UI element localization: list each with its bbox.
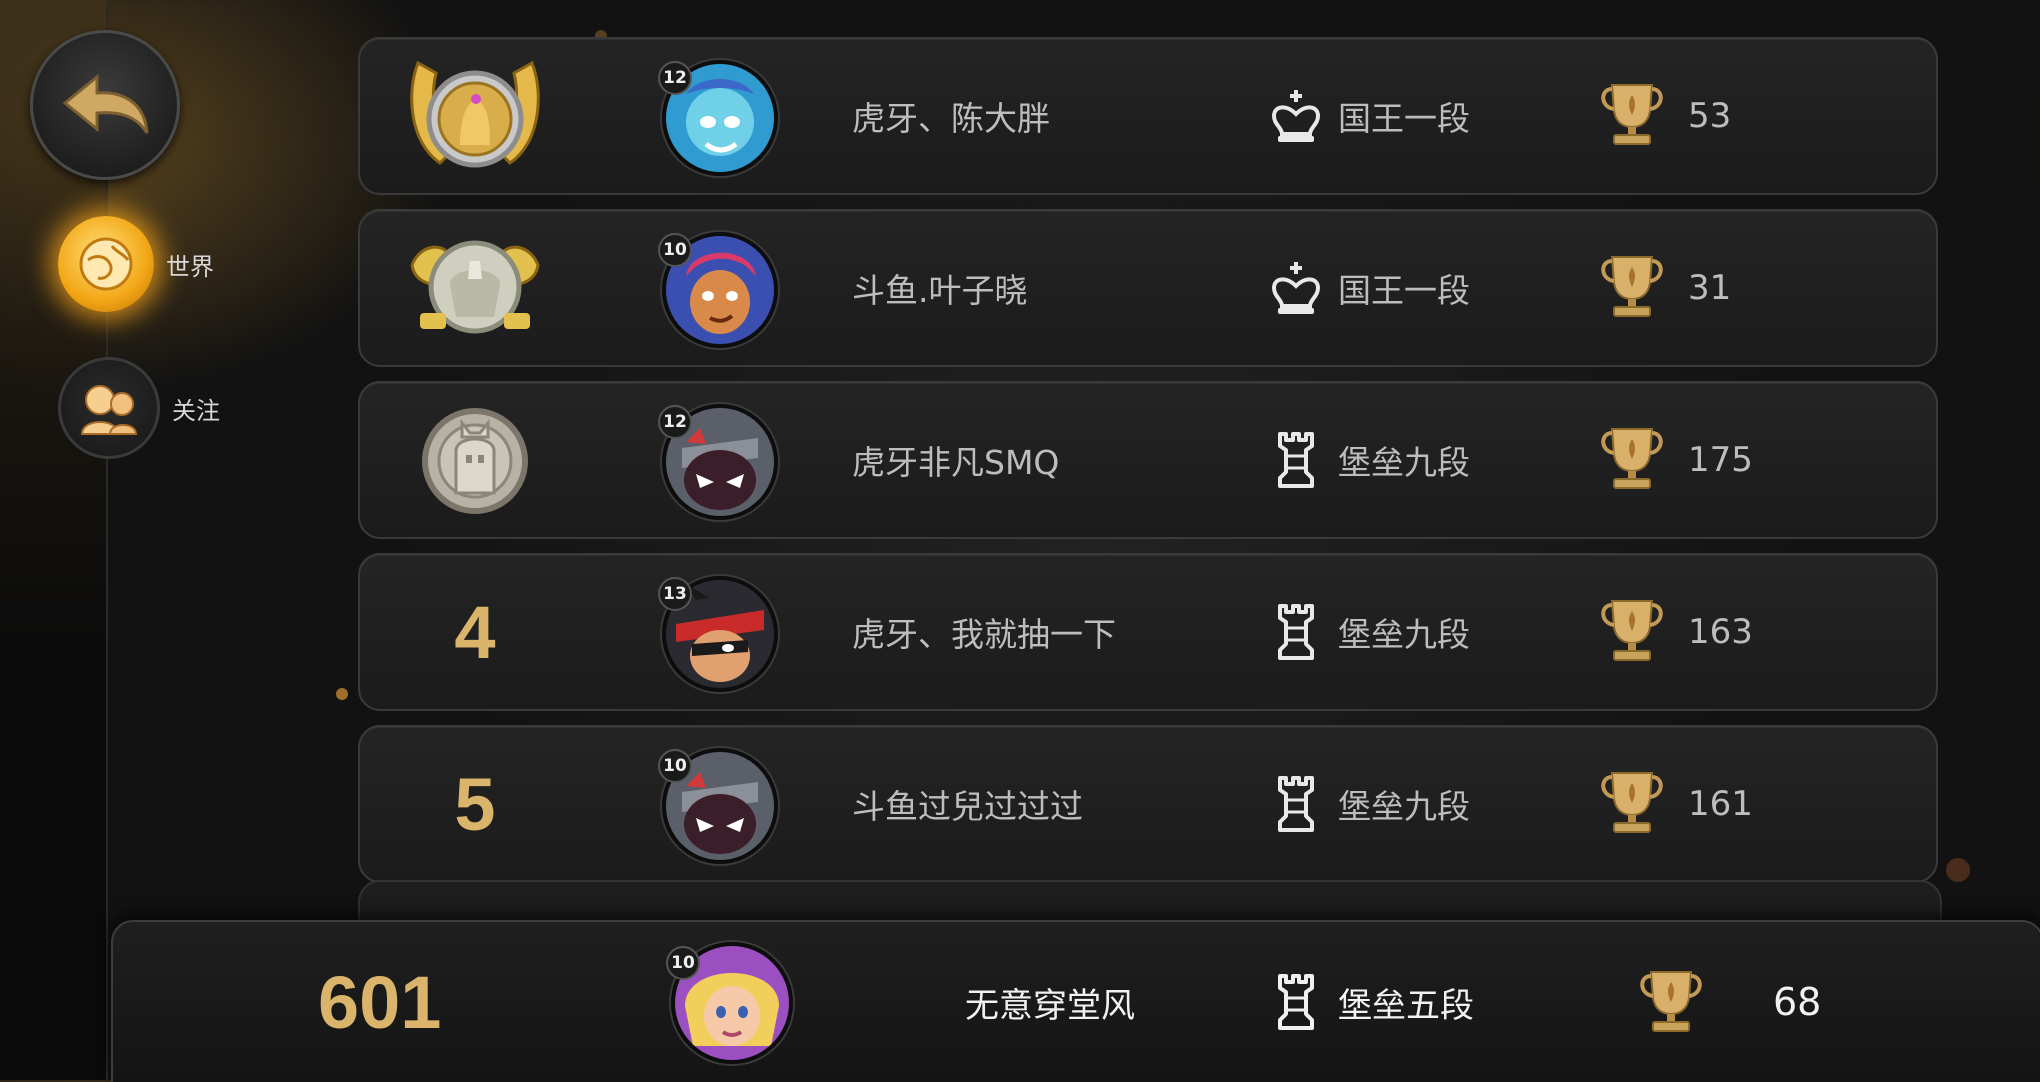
trophy-icon [1601, 256, 1663, 317]
rook-icon [1278, 974, 1314, 1030]
tier-label: 国王一段 [1338, 99, 1470, 138]
player-level: 10 [658, 749, 692, 783]
trophy-icon [1601, 772, 1663, 833]
back-button[interactable] [30, 30, 180, 180]
nav-label-world: 世界 [166, 252, 214, 281]
king-icon [1271, 262, 1321, 314]
friends-icon [58, 357, 160, 459]
nav-item-world[interactable]: 世界 [58, 216, 214, 312]
my-name: 无意穿堂风 [965, 985, 1135, 1026]
my-tier-label: 堡垒五段 [1338, 985, 1474, 1026]
player-name: 虎牙、我就抽一下 [852, 615, 1116, 654]
leaderboard-row[interactable]: 4 13 虎牙、我就抽一下 堡垒九段 163 [358, 553, 1938, 711]
nav-item-follow[interactable]: 关注 [58, 357, 220, 459]
leaderboard-row[interactable]: 5 10 斗鱼过兒过过过 堡垒九段 161 [358, 725, 1938, 883]
leaderboard-row[interactable]: 10 斗鱼.叶子晓 国王一段 31 [358, 209, 1938, 367]
tier-label: 堡垒九段 [1338, 443, 1470, 482]
rank-number: 4 [454, 590, 496, 674]
gold-rank-badge-icon [400, 53, 550, 179]
tier-label: 国王一段 [1338, 271, 1470, 310]
decor-sparkle [1946, 858, 1970, 882]
my-trophy-count: 68 [1773, 980, 1822, 1024]
my-rank-bar[interactable]: 601 10 无意穿堂风 堡垒五段 68 [111, 920, 2040, 1082]
trophy-count: 175 [1688, 440, 1753, 480]
nav-label-follow: 关注 [172, 396, 220, 425]
back-arrow-icon [62, 73, 149, 134]
silver-rank-badge-icon [400, 225, 550, 351]
trophy-count: 161 [1688, 784, 1753, 824]
trophy-count: 53 [1688, 96, 1732, 136]
my-level: 10 [666, 946, 700, 980]
player-level: 13 [658, 577, 692, 611]
player-name: 斗鱼.叶子晓 [852, 271, 1028, 310]
player-level: 12 [658, 61, 692, 95]
trophy-icon [1601, 600, 1663, 661]
trophy-icon [1601, 428, 1663, 489]
decor-sparkle [336, 688, 348, 700]
tier-label: 堡垒九段 [1338, 787, 1470, 826]
trophy-icon [1640, 971, 1702, 1032]
leaderboard-row[interactable]: 12 虎牙非凡SMQ 堡垒九段 175 [358, 381, 1938, 539]
leaderboard-list: 12 虎牙、陈大胖 国王一段 53 10 斗鱼.叶子晓 国王一段 31 12 虎… [358, 37, 1938, 897]
trophy-count: 31 [1688, 268, 1732, 308]
king-icon [1271, 90, 1321, 142]
my-rank-number: 601 [318, 960, 442, 1044]
globe-icon [58, 216, 154, 312]
rook-icon [1278, 432, 1314, 488]
rank-number: 5 [454, 762, 496, 846]
player-level: 12 [658, 405, 692, 439]
player-name: 虎牙非凡SMQ [852, 443, 1060, 482]
rook-icon [1278, 776, 1314, 832]
trophy-icon [1601, 84, 1663, 145]
rook-icon [1278, 604, 1314, 660]
player-name: 斗鱼过兒过过过 [852, 787, 1083, 826]
tier-label: 堡垒九段 [1338, 615, 1470, 654]
bronze-rank-badge-icon [400, 397, 550, 523]
leaderboard-row[interactable]: 12 虎牙、陈大胖 国王一段 53 [358, 37, 1938, 195]
trophy-count: 163 [1688, 612, 1753, 652]
player-level: 10 [658, 233, 692, 267]
player-name: 虎牙、陈大胖 [852, 99, 1050, 138]
